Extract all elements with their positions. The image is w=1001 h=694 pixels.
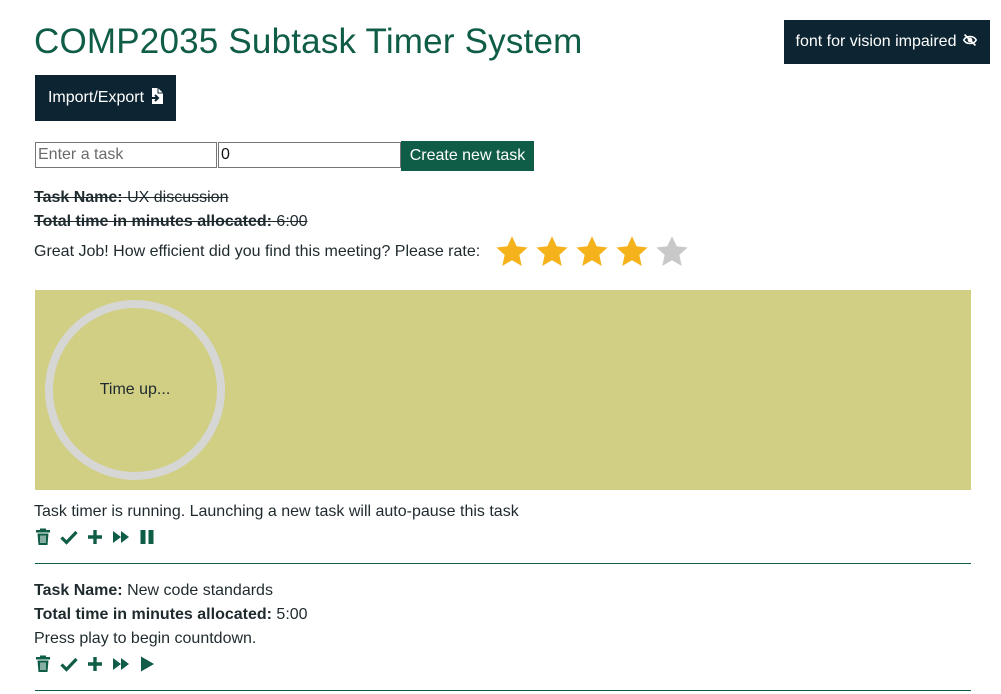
task-time-label: Total time in minutes allocated: bbox=[34, 213, 272, 230]
task-divider bbox=[35, 690, 971, 691]
task-2-time-line: Total time in minutes allocated: 5:00 bbox=[34, 606, 308, 624]
task-name-value: UX discussion bbox=[127, 189, 229, 206]
star-icon[interactable] bbox=[574, 234, 610, 270]
star-icon[interactable] bbox=[614, 234, 650, 270]
task-name-input[interactable] bbox=[35, 142, 217, 168]
task-2-controls bbox=[34, 655, 156, 673]
task-name-value: New code standards bbox=[127, 582, 273, 599]
plus-icon[interactable] bbox=[86, 528, 104, 546]
trash-icon[interactable] bbox=[34, 655, 52, 673]
play-icon[interactable] bbox=[138, 655, 156, 673]
minutes-input[interactable] bbox=[218, 142, 401, 168]
pause-icon[interactable] bbox=[138, 528, 156, 546]
star-icon[interactable] bbox=[654, 234, 690, 270]
star-icon[interactable] bbox=[534, 234, 570, 270]
countdown-ring: Time up... bbox=[45, 300, 225, 480]
eye-slash-icon bbox=[962, 33, 978, 52]
timer-text: Time up... bbox=[99, 381, 171, 398]
task-time-value: 5:00 bbox=[276, 606, 308, 623]
task-2-name-line: Task Name: New code standards bbox=[34, 582, 273, 600]
task-1-controls bbox=[34, 528, 156, 546]
task-name-label: Task Name: bbox=[34, 582, 123, 599]
rating-prompt: Great Job! How efficient did you find th… bbox=[34, 243, 481, 260]
task-1-status: Task timer is running. Launching a new t… bbox=[34, 503, 519, 520]
vision-impaired-font-button[interactable]: font for vision impaired bbox=[784, 20, 990, 64]
fast-forward-icon[interactable] bbox=[112, 528, 130, 546]
file-import-icon bbox=[149, 87, 164, 109]
task-1-name-line: Task Name: UX discussion bbox=[34, 189, 228, 207]
trash-icon[interactable] bbox=[34, 528, 52, 546]
plus-icon[interactable] bbox=[86, 655, 104, 673]
import-export-button[interactable]: Import/Export bbox=[35, 75, 176, 121]
star-rating[interactable] bbox=[494, 234, 690, 270]
task-divider bbox=[35, 563, 971, 564]
task-time-label: Total time in minutes allocated: bbox=[34, 606, 272, 623]
star-icon[interactable] bbox=[494, 234, 530, 270]
fast-forward-icon[interactable] bbox=[112, 655, 130, 673]
page: COMP2035 Subtask Timer System font for v… bbox=[0, 0, 1001, 694]
vision-button-label: font for vision impaired bbox=[795, 33, 957, 50]
task-time-value: 6:00 bbox=[276, 213, 308, 230]
check-icon[interactable] bbox=[60, 655, 78, 673]
task-1-time-line: Total time in minutes allocated: 6:00 bbox=[34, 213, 308, 231]
import-export-label: Import/Export bbox=[47, 89, 145, 106]
timer-panel: Time up... bbox=[35, 290, 971, 490]
task-2-status: Press play to begin countdown. bbox=[34, 630, 257, 647]
check-icon[interactable] bbox=[60, 528, 78, 546]
task-name-label: Task Name: bbox=[34, 189, 123, 206]
create-task-button[interactable]: Create new task bbox=[401, 141, 534, 171]
page-title: COMP2035 Subtask Timer System bbox=[34, 22, 583, 61]
